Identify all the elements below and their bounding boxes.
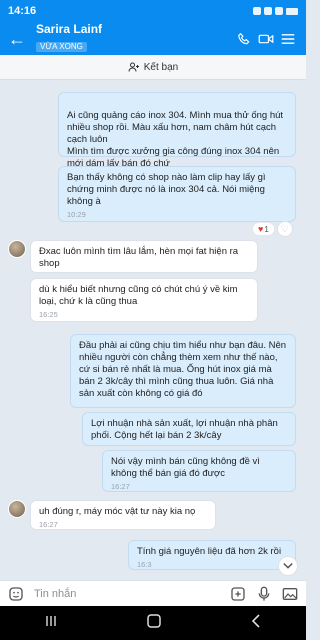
reaction-count: 1 <box>264 224 269 234</box>
home-icon[interactable] <box>147 613 161 633</box>
message-input-bar: Tin nhắn <box>0 580 306 606</box>
microphone-icon[interactable] <box>254 584 274 604</box>
message-outgoing[interactable]: Tính giá nguyên liệu đã hơn 2k rồi 16:3 <box>128 540 296 570</box>
message-text: Ai cũng quảng cáo inox 304. Mình mua thử… <box>67 110 284 169</box>
message-text: uh đúng r, máy móc vật tư này kia nọ <box>39 506 196 517</box>
status-icons <box>253 7 298 15</box>
add-friend-bar[interactable]: Kết bạn <box>0 55 306 80</box>
last-seen-badge: VỪA XONG <box>36 42 87 52</box>
video-call-icon[interactable] <box>256 29 276 49</box>
message-time: 16:27 <box>39 520 58 529</box>
message-time: 16:3 <box>137 560 152 569</box>
signal-icon <box>275 7 283 15</box>
message-text: Nói vậy mình bán cũng không đề vì không … <box>111 456 260 479</box>
battery-icon <box>286 7 298 15</box>
reaction-row: ♥ 1 ♡ <box>252 221 293 237</box>
sticker-icon[interactable] <box>6 584 26 604</box>
message-text: Lợi nhuận nhà sản xuất, lợi nhuận nhà ph… <box>91 418 278 441</box>
contact-name: Sarira Lainf <box>36 22 103 36</box>
image-icon[interactable] <box>280 584 300 604</box>
message-outgoing[interactable]: Bạn thấy không có shop nào làm clip hay … <box>58 166 296 222</box>
message-time: 16:25 <box>39 310 58 319</box>
avatar[interactable] <box>8 500 26 518</box>
message-text: Đxac luôn mình tìm lâu lắm, hèn mọi fat … <box>39 246 239 269</box>
message-text: Tính giá nguyên liệu đã hơn 2k rồi <box>137 546 282 557</box>
message-incoming[interactable]: dù k hiểu biết nhưng cũng có chút chú ý … <box>30 278 258 322</box>
add-friend-icon <box>128 62 139 72</box>
scroll-down-button[interactable] <box>278 556 298 576</box>
status-bar: 14:16 <box>0 0 306 22</box>
back-arrow-icon[interactable]: ← <box>8 30 28 48</box>
message-text: Đầu phải ai cũng chịu tìm hiểu như bạn đ… <box>79 340 287 399</box>
message-outgoing[interactable]: Nói vậy mình bán cũng không đề vì không … <box>102 450 296 492</box>
system-navigation-bar <box>0 606 306 640</box>
recents-icon[interactable] <box>45 614 57 632</box>
chevron-down-icon <box>283 562 293 569</box>
message-incoming[interactable]: uh đúng r, máy móc vật tư này kia nọ 16:… <box>30 500 216 530</box>
chat-header: ← Sarira Lainf VỪA XONG <box>0 22 306 55</box>
message-outgoing[interactable]: Lợi nhuận nhà sản xuất, lợi nhuận nhà ph… <box>82 412 296 446</box>
heart-icon: ♥ <box>258 224 264 234</box>
heart-reaction[interactable]: ♥ 1 <box>252 222 275 236</box>
avatar[interactable] <box>8 240 26 258</box>
phone-icon[interactable] <box>234 29 254 49</box>
contact-info[interactable]: Sarira Lainf VỪA XONG <box>28 23 232 54</box>
back-icon[interactable] <box>251 613 261 633</box>
message-time: 16:27 <box>111 482 130 491</box>
add-reaction-icon[interactable]: ♡ <box>276 221 293 237</box>
message-text: dù k hiểu biết nhưng cũng có chút chú ý … <box>39 284 238 307</box>
add-friend-label: Kết bạn <box>143 61 179 73</box>
more-options-icon[interactable] <box>228 584 248 604</box>
status-time: 14:16 <box>8 5 37 17</box>
message-outgoing[interactable]: Đầu phải ai cũng chịu tìm hiểu như bạn đ… <box>70 334 296 408</box>
message-time: 10:29 <box>67 210 86 219</box>
alarm-icon <box>253 7 261 15</box>
wifi-icon <box>264 7 272 15</box>
message-text: Bạn thấy không có shop nào làm clip hay … <box>67 172 266 207</box>
message-incoming[interactable]: Đxac luôn mình tìm lâu lắm, hèn mọi fat … <box>30 240 258 273</box>
message-outgoing[interactable]: Ai cũng quảng cáo inox 304. Mình mua thử… <box>58 92 296 169</box>
chat-area[interactable]: Ai cũng quảng cáo inox 304. Mình mua thử… <box>0 80 306 580</box>
message-input[interactable]: Tin nhắn <box>26 588 222 600</box>
menu-icon[interactable] <box>278 29 298 49</box>
